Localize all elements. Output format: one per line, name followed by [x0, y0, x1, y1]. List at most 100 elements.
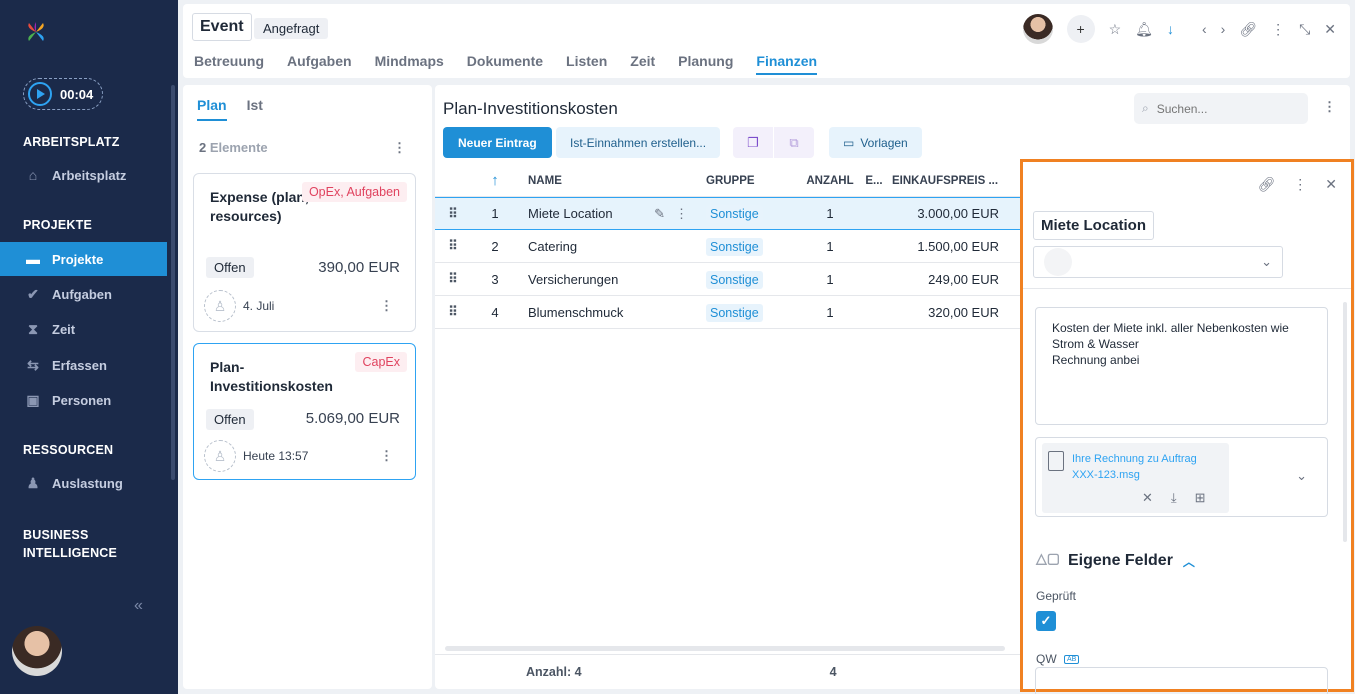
column-quantity[interactable]: ANZAHL: [798, 175, 862, 187]
new-entry-button[interactable]: Neuer Eintrag: [443, 127, 552, 158]
user-placeholder-icon[interactable]: ♙: [204, 290, 236, 322]
card-date: Heute 13:57: [243, 449, 309, 463]
chevron-right-icon[interactable]: ›: [1221, 21, 1226, 37]
more-vertical-icon[interactable]: ⋮: [675, 206, 688, 222]
status-badge[interactable]: Angefragt: [254, 18, 329, 39]
tab-zeit[interactable]: Zeit: [630, 53, 655, 75]
table-row[interactable]: ⠿ 1 Miete Location ✎ ⋮ Sonstige 1 3.000,…: [435, 197, 1020, 230]
chevron-up-icon[interactable]: ︿: [1183, 553, 1195, 570]
sidebar-item-projekte[interactable]: ▬ Projekte: [0, 242, 167, 276]
chevron-left-icon[interactable]: ‹: [1202, 21, 1207, 37]
column-group[interactable]: GRUPPE: [698, 175, 798, 187]
play-icon[interactable]: [28, 82, 52, 106]
app-logo[interactable]: [24, 20, 48, 44]
more-vertical-icon[interactable]: ⋮: [1293, 176, 1307, 193]
attachment-card[interactable]: Ihre Rechnung zu Auftrag XXX-123.msg ✕ ⤓…: [1042, 443, 1229, 513]
tab-planung[interactable]: Planung: [678, 53, 733, 75]
column-e[interactable]: E...: [862, 175, 886, 187]
templates-button[interactable]: ▭ Vorlagen: [829, 127, 922, 158]
entry-title[interactable]: Miete Location: [1033, 211, 1155, 240]
time-tracker[interactable]: 00:04: [23, 78, 103, 110]
drag-handle-icon[interactable]: ⠿: [435, 304, 470, 320]
plan-card[interactable]: Expense (plan, resources) OpEx, Aufgaben…: [193, 173, 416, 332]
user-placeholder-icon[interactable]: ♙: [204, 440, 236, 472]
assignee-avatar[interactable]: [1022, 14, 1053, 44]
more-vertical-icon[interactable]: ⋮: [1271, 21, 1285, 38]
checked-checkbox[interactable]: ✓: [1036, 611, 1056, 631]
sidebar-item-erfassen[interactable]: ⇆ Erfassen: [0, 348, 167, 382]
collapse-icon[interactable]: ⤡: [1299, 21, 1310, 38]
add-member-button[interactable]: +: [1066, 15, 1095, 43]
sidebar-item-auslastung[interactable]: ♟ Auslastung: [0, 466, 167, 500]
qw-input[interactable]: [1035, 667, 1328, 694]
table-row[interactable]: ⠿ 2 Catering Sonstige 1 1.500,00 EUR: [435, 230, 1020, 263]
row-name-cell[interactable]: Miete Location ✎ ⋮: [520, 206, 698, 222]
sidebar-item-aufgaben[interactable]: ✔ Aufgaben: [0, 277, 167, 311]
create-actuals-button[interactable]: Ist-Einnahmen erstellen...: [556, 127, 721, 158]
more-vertical-icon[interactable]: ⋮: [1323, 99, 1336, 115]
plan-card-selected[interactable]: Plan-Investitionskosten CapEx Offen 5.06…: [193, 343, 416, 480]
sidebar-item-zeit[interactable]: ⧗ Zeit: [0, 312, 167, 346]
chevron-down-icon[interactable]: ⌄: [1296, 468, 1307, 484]
attachments-area[interactable]: Ihre Rechnung zu Auftrag XXX-123.msg ✕ ⤓…: [1035, 437, 1328, 517]
horizontal-scrollbar[interactable]: [445, 646, 1005, 651]
close-icon[interactable]: ✕: [1324, 21, 1336, 38]
footer-quantity-sum: 4: [829, 665, 837, 679]
search-input[interactable]: [1156, 101, 1287, 116]
drag-handle-icon[interactable]: ⠿: [435, 271, 470, 287]
tab-ist[interactable]: Ist: [247, 97, 263, 121]
description-field[interactable]: Kosten der Miete inkl. aller Nebenkosten…: [1035, 307, 1328, 425]
copy-icon[interactable]: ❐: [733, 127, 773, 158]
record-header: Event Angefragt Betreuung Aufgaben Mindm…: [183, 4, 1350, 78]
column-name[interactable]: NAME: [520, 175, 698, 187]
drag-handle-icon[interactable]: ⠿: [435, 238, 470, 254]
link-icon[interactable]: 🔗︎: [1239, 21, 1257, 38]
row-name-cell[interactable]: Blumenschmuck: [520, 305, 698, 320]
edit-icon[interactable]: ✎: [654, 206, 665, 222]
row-name-cell[interactable]: Catering: [520, 239, 698, 254]
link-icon[interactable]: 🔗︎: [1257, 176, 1275, 193]
row-quantity: 1: [826, 206, 834, 221]
tab-betreuung[interactable]: Betreuung: [194, 53, 264, 75]
detail-scrollbar[interactable]: [1343, 302, 1347, 542]
close-icon[interactable]: ✕: [1325, 176, 1337, 193]
arrow-down-icon[interactable]: ↓: [1167, 21, 1174, 37]
record-title[interactable]: Event: [192, 13, 252, 41]
star-icon[interactable]: ☆: [1109, 21, 1122, 38]
tab-finanzen[interactable]: Finanzen: [756, 53, 818, 75]
table-row[interactable]: ⠿ 3 Versicherungen Sonstige 1 249,00 EUR: [435, 263, 1020, 296]
custom-fields-header[interactable]: △▢ Eigene Felder ︿: [1036, 550, 1195, 572]
text-field-icon: AB: [1064, 655, 1080, 665]
section-business-intelligence[interactable]: BUSINESS INTELLIGENCE: [23, 526, 123, 562]
attachment-name[interactable]: Ihre Rechnung zu Auftrag XXX-123.msg: [1072, 451, 1222, 483]
more-vertical-icon[interactable]: ⋮: [393, 140, 406, 156]
move-to-folder-icon[interactable]: ⊞: [1195, 490, 1206, 506]
tab-listen[interactable]: Listen: [566, 53, 607, 75]
table-row[interactable]: ⠿ 4 Blumenschmuck Sonstige 1 320,00 EUR: [435, 296, 1020, 329]
table-footer: Anzahl: 4 4: [435, 654, 1020, 689]
tab-mindmaps[interactable]: Mindmaps: [375, 53, 444, 75]
column-purchase-price[interactable]: EINKAUFSPREIS ...: [886, 175, 1011, 187]
card-amount: 5.069,00 EUR: [305, 410, 400, 427]
sidebar-scrollbar[interactable]: [171, 85, 175, 480]
more-vertical-icon[interactable]: ⋮: [380, 298, 393, 314]
sidebar-item-arbeitsplatz[interactable]: ⌂ Arbeitsplatz: [0, 158, 167, 192]
paste-icon[interactable]: ⧉: [774, 127, 814, 158]
more-vertical-icon[interactable]: ⋮: [380, 448, 393, 464]
remove-icon[interactable]: ✕: [1142, 490, 1153, 506]
tab-plan[interactable]: Plan: [197, 97, 227, 121]
row-name-cell[interactable]: Versicherungen: [520, 272, 698, 287]
assignee-select[interactable]: ⌄: [1033, 246, 1283, 278]
collapse-sidebar-icon[interactable]: «: [134, 597, 143, 615]
tab-aufgaben[interactable]: Aufgaben: [287, 53, 352, 75]
bell-icon[interactable]: 🔔︎: [1135, 21, 1153, 38]
drag-handle-icon[interactable]: ⠿: [435, 206, 470, 222]
search-box[interactable]: ⌕: [1134, 93, 1308, 124]
sidebar-item-personen[interactable]: ▣ Personen: [0, 383, 167, 417]
download-icon[interactable]: ⤓: [1171, 490, 1177, 506]
user-avatar[interactable]: [12, 626, 62, 676]
sort-ascending-icon[interactable]: ↑: [470, 172, 520, 189]
tab-dokumente[interactable]: Dokumente: [467, 53, 543, 75]
transfer-icon: ⇆: [27, 356, 39, 373]
header-actions: + ☆ 🔔︎ ↓ ‹ › 🔗︎ ⋮ ⤡ ✕: [1022, 14, 1336, 44]
